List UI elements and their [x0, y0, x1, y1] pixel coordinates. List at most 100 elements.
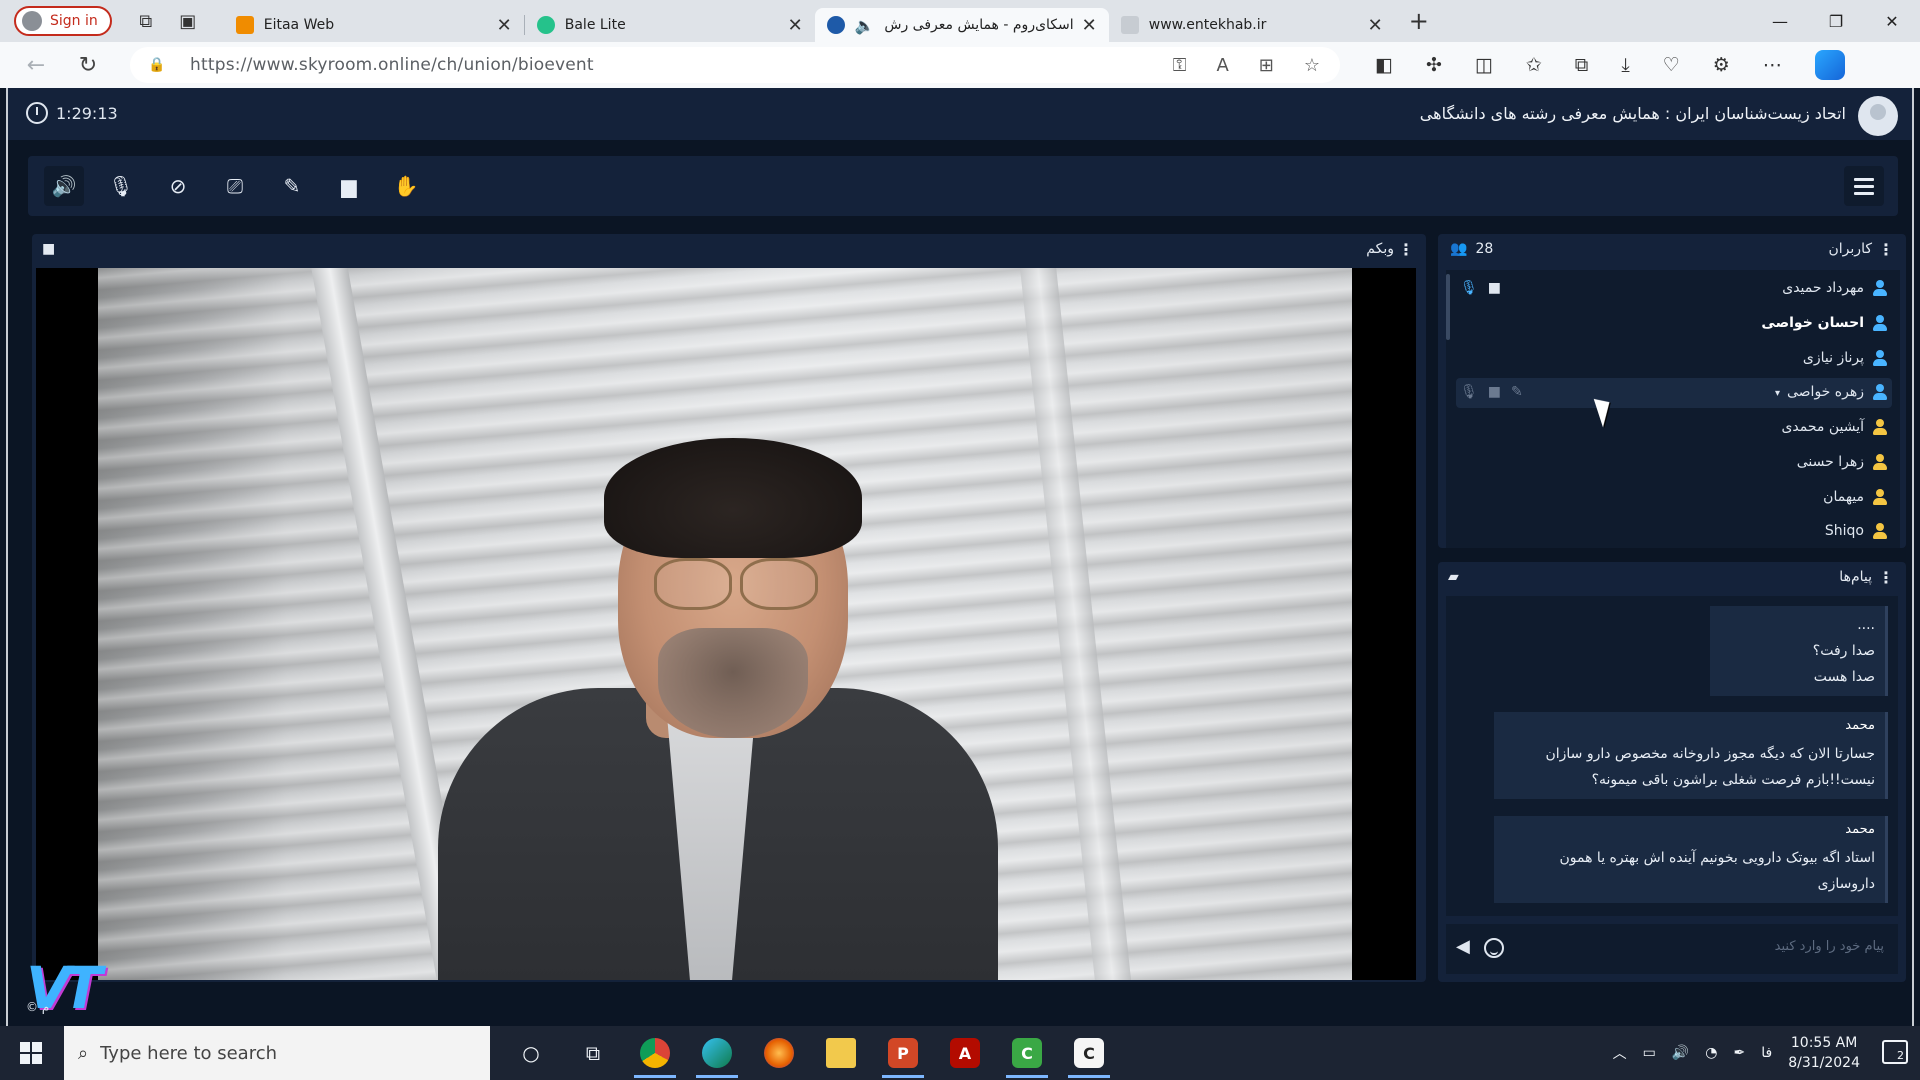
microphone-on-icon: 🎙: [1460, 280, 1478, 296]
firefox-icon: [764, 1038, 794, 1068]
sign-in-button[interactable]: Sign in: [14, 6, 112, 36]
chevron-down-icon[interactable]: ▾: [1775, 388, 1780, 399]
user-list-scrollbar[interactable]: [1446, 274, 1450, 340]
room-title: اتحاد زیست‌شناسان ایران : همایش معرفی رش…: [1419, 104, 1846, 123]
favorites-icon[interactable]: ✩: [1526, 54, 1542, 76]
new-tab-icon[interactable]: +: [1409, 7, 1429, 35]
message-input[interactable]: پیام خود را وارد کنید ◀: [1446, 924, 1898, 974]
split-screen-icon[interactable]: ◫: [1475, 54, 1493, 76]
send-icon[interactable]: ◀: [1456, 936, 1470, 957]
taskbar-clock[interactable]: 10:55 AM 8/31/2024: [1788, 1033, 1860, 1073]
battery-icon[interactable]: ▭: [1643, 1045, 1656, 1061]
webcam-panel-header: ■ وبکم ⋮: [32, 234, 1426, 266]
cortana-icon[interactable]: ○: [500, 1026, 562, 1080]
tab-skyroom[interactable]: 🔈 اسکای‌روم - همایش معرفی رش ✕: [814, 8, 1109, 42]
back-icon[interactable]: ←: [16, 45, 56, 85]
speaker-video-frame: [98, 268, 1352, 980]
video-camera-icon: ■: [42, 241, 56, 257]
copilot-icon[interactable]: [1814, 50, 1845, 80]
camtasia-app[interactable]: C: [996, 1026, 1058, 1080]
screen-share-icon[interactable]: ⎚: [215, 166, 255, 206]
messages-label: پیام‌ها: [1839, 569, 1872, 585]
language-indicator[interactable]: فا: [1761, 1045, 1772, 1061]
show-hidden-icons-icon[interactable]: ︿: [1613, 1043, 1627, 1063]
tab-eitaa[interactable]: Eitaa Web ✕: [224, 8, 524, 42]
recorder-app[interactable]: C: [1058, 1026, 1120, 1080]
microphone-icon[interactable]: 🎙: [1460, 384, 1478, 400]
user-row[interactable]: احسان خواصی: [1456, 309, 1892, 339]
user-row[interactable]: 🎙 ■ مهرداد حمیدی: [1456, 274, 1892, 304]
user-row[interactable]: آیشین محمدی: [1456, 413, 1892, 443]
close-tab-icon[interactable]: ✕: [1368, 15, 1383, 36]
user-row[interactable]: پرناز نیازی: [1456, 344, 1892, 374]
puzzle-icon[interactable]: ✣: [1426, 54, 1442, 76]
close-tab-icon[interactable]: ✕: [1082, 15, 1097, 36]
downloads-icon[interactable]: ⤓: [1621, 54, 1629, 76]
app-available-icon[interactable]: ⊞: [1259, 55, 1274, 76]
speaker-icon[interactable]: 🔊: [44, 166, 84, 206]
users-menu-icon[interactable]: ⋮: [1878, 240, 1894, 259]
network-icon[interactable]: ◔: [1705, 1045, 1717, 1061]
favorite-star-icon[interactable]: ☆: [1304, 55, 1320, 76]
emoji-icon[interactable]: [1484, 938, 1504, 958]
user-row[interactable]: Shiqo: [1456, 517, 1892, 547]
url-field[interactable]: 🔒 https://www.skyroom.online/ch/union/bi…: [130, 47, 1340, 83]
windows-start-icon[interactable]: [20, 1042, 42, 1064]
webcam-video[interactable]: [36, 268, 1416, 980]
taskbar-search-input[interactable]: ⌕ Type here to search: [64, 1026, 490, 1080]
lock-icon[interactable]: 🔒: [148, 57, 174, 73]
raise-hand-icon[interactable]: ✋: [386, 166, 426, 206]
user-list[interactable]: 🎙 ■ مهرداد حمیدی احسان خواصی پرناز نیازی …: [1446, 270, 1900, 548]
user-name: احسان خواصی: [1761, 315, 1864, 331]
minimize-icon[interactable]: —: [1752, 0, 1808, 42]
files-folder-icon[interactable]: ▆: [329, 166, 369, 206]
volume-icon[interactable]: 🔊: [1672, 1045, 1689, 1061]
key-icon[interactable]: ⚿: [1173, 55, 1187, 76]
camera-icon[interactable]: ■: [1488, 384, 1501, 400]
tab-entekhab[interactable]: www.entekhab.ir ✕: [1109, 8, 1395, 42]
restore-icon[interactable]: ❐: [1808, 0, 1864, 42]
user-row[interactable]: زهرا حسنی: [1456, 448, 1892, 478]
messages-menu-icon[interactable]: ⋮: [1878, 568, 1894, 587]
powerpoint-icon: P: [888, 1038, 918, 1068]
read-aloud-icon[interactable]: A: [1216, 55, 1228, 76]
chrome-app[interactable]: [624, 1026, 686, 1080]
extension-icon[interactable]: ◧: [1375, 54, 1393, 76]
tab-actions-icon[interactable]: ▣: [172, 5, 204, 37]
channel-watermark-logo: VT © م: [26, 954, 146, 1024]
edge-app[interactable]: [686, 1026, 748, 1080]
performance-icon[interactable]: ⚙: [1713, 54, 1730, 76]
room-avatar[interactable]: [1858, 96, 1898, 136]
user-row[interactable]: 🎙 ■ ✎ زهره خواصی ▾: [1456, 378, 1892, 408]
webcam-menu-icon[interactable]: ⋮: [1398, 240, 1414, 259]
close-window-icon[interactable]: ✕: [1864, 0, 1920, 42]
file-explorer-app[interactable]: [810, 1026, 872, 1080]
camera-off-icon[interactable]: ⊘: [158, 166, 198, 206]
close-tab-icon[interactable]: ✕: [497, 15, 512, 36]
tab-bale[interactable]: Bale Lite ✕: [525, 8, 815, 42]
firefox-app[interactable]: [748, 1026, 810, 1080]
messages-panel: ▰ پیام‌ها ⋮ .... صدا رفت؟ صدا هست محمد ج…: [1438, 562, 1906, 982]
workspaces-icon[interactable]: ⧉: [130, 5, 162, 37]
session-timer: 1:29:13: [26, 102, 118, 124]
hamburger-menu-icon[interactable]: [1844, 166, 1884, 206]
edge-icon: [702, 1038, 732, 1068]
pen-permission-icon[interactable]: ✎: [1511, 384, 1523, 400]
user-row[interactable]: میهمان: [1456, 483, 1892, 513]
audio-playing-icon[interactable]: 🔈: [855, 16, 875, 35]
close-tab-icon[interactable]: ✕: [788, 15, 803, 36]
message-line: استاد اگه بیوتک دارویی بخونیم آینده اش ب…: [1559, 850, 1875, 866]
message-list[interactable]: .... صدا رفت؟ صدا هست محمد جسارتا الان ک…: [1446, 596, 1898, 916]
user-name: زهرا حسنی: [1796, 454, 1864, 470]
acrobat-app[interactable]: A: [934, 1026, 996, 1080]
microphone-muted-icon[interactable]: 🎙: [101, 166, 141, 206]
browser-essentials-icon[interactable]: ♡: [1663, 54, 1680, 76]
refresh-icon[interactable]: ↻: [68, 45, 108, 85]
task-view-icon[interactable]: ⧉: [562, 1026, 624, 1080]
pen-workspace-icon[interactable]: ✒: [1734, 1045, 1746, 1061]
powerpoint-app[interactable]: P: [872, 1026, 934, 1080]
notification-center-icon[interactable]: 2: [1882, 1040, 1908, 1064]
collections-icon[interactable]: ⧉: [1575, 54, 1589, 76]
whiteboard-pen-icon[interactable]: ✎: [272, 166, 312, 206]
more-options-icon[interactable]: ⋯: [1763, 54, 1782, 76]
